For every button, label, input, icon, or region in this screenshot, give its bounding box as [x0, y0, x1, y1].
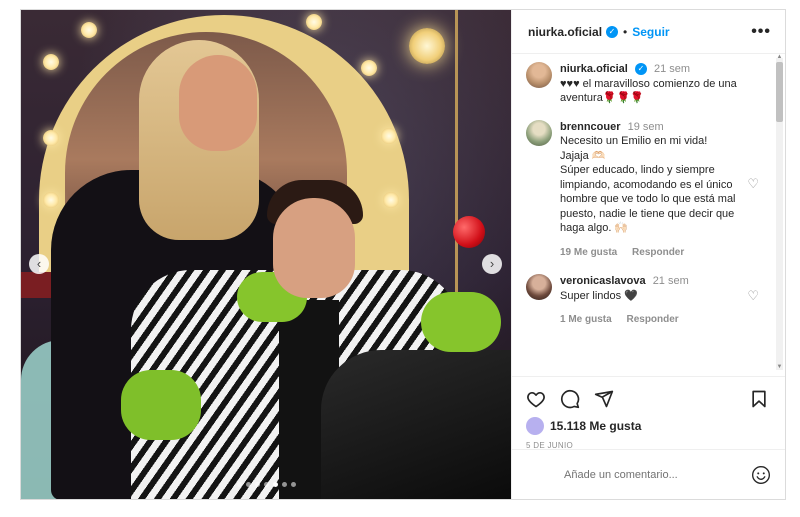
- photo-lamp-pole: [455, 10, 458, 330]
- follow-button[interactable]: Seguir: [632, 25, 669, 39]
- comment-text-line: Super lindos 🖤: [560, 289, 638, 302]
- caption-time: 21 sem: [653, 63, 691, 75]
- photo-bulb: [43, 130, 59, 146]
- add-comment-bar: [512, 449, 785, 499]
- emoji-icon[interactable]: [751, 465, 771, 485]
- comment-item: veronicaslavova 21 sem Super lindos 🖤 1 …: [526, 274, 769, 328]
- chevron-right-icon: ›: [489, 256, 495, 271]
- photo-woman-face: [179, 55, 257, 151]
- chevron-left-icon: ‹: [36, 256, 42, 271]
- photo-bulb: [43, 192, 59, 208]
- comment-time: 19 sem: [627, 120, 664, 133]
- avatar[interactable]: [526, 274, 552, 300]
- likes-count[interactable]: 15.118 Me gusta: [550, 419, 641, 433]
- comment-likes[interactable]: 19 Me gusta: [560, 247, 617, 258]
- carousel-dot[interactable]: [290, 482, 296, 487]
- comment-likes[interactable]: 1 Me gusta: [560, 314, 612, 325]
- carousel-dot[interactable]: [245, 482, 251, 487]
- photo-bulb: [81, 22, 97, 38]
- carousel-dot[interactable]: [254, 482, 260, 487]
- comments-scrollbar[interactable]: ▲ ▼: [776, 54, 783, 370]
- photo-bulb: [306, 14, 322, 30]
- likes-summary[interactable]: 15.118 Me gusta: [526, 417, 769, 435]
- photo-fur-cuff-left: [121, 370, 201, 440]
- reply-button[interactable]: Responder: [632, 247, 684, 258]
- verified-badge-icon: ✓: [634, 63, 647, 76]
- photo-man-pants: [321, 350, 511, 499]
- comment-input[interactable]: [564, 468, 751, 481]
- comment-text-line: Súper educado, lindo y siempre limpiando…: [560, 164, 736, 234]
- heart-icon[interactable]: [526, 389, 546, 409]
- photo-man-face: [273, 198, 355, 298]
- carousel-prev-button[interactable]: ‹: [29, 254, 49, 274]
- carousel-dot[interactable]: [281, 482, 287, 487]
- post-dialog: ‹ › niurka.oficial ✓ • Seguir ••• niurka…: [20, 9, 786, 500]
- comment-username[interactable]: brenncouer: [560, 121, 621, 133]
- photo-lamp: [409, 28, 445, 64]
- avatar[interactable]: [526, 62, 552, 88]
- verified-badge-icon: ✓: [606, 25, 619, 38]
- more-options-icon[interactable]: •••: [751, 23, 771, 41]
- photo-bulb: [381, 128, 397, 144]
- caption-author[interactable]: niurka.oficial: [560, 63, 628, 75]
- post-header: niurka.oficial ✓ • Seguir •••: [512, 10, 785, 54]
- share-icon[interactable]: [594, 389, 614, 409]
- comment-item: brenncouer 19 sem Necesito un Emilio en …: [526, 119, 769, 261]
- comment-like-heart-icon[interactable]: ♡: [747, 288, 759, 304]
- comments-list[interactable]: niurka.oficial ✓ 21 sem ♥♥♥ el maravillo…: [512, 54, 785, 376]
- comment-username[interactable]: veronicaslavova: [560, 275, 646, 287]
- photo-red-ball: [453, 216, 485, 248]
- carousel-next-button[interactable]: ›: [482, 254, 502, 274]
- photo-fur-cuff-right: [421, 292, 501, 352]
- comment-like-heart-icon[interactable]: ♡: [747, 176, 759, 192]
- comment-time: 21 sem: [652, 275, 689, 287]
- photo-bulb: [361, 60, 377, 76]
- carousel-dot[interactable]: [263, 482, 269, 487]
- avatar[interactable]: [526, 119, 552, 146]
- carousel-dots: [21, 482, 511, 487]
- post-media[interactable]: ‹ ›: [21, 10, 511, 499]
- caption-text: ♥♥♥ el maravilloso comienzo de una avent…: [560, 77, 737, 105]
- photo-bulb: [383, 192, 399, 208]
- post-side-panel: niurka.oficial ✓ • Seguir ••• niurka.ofi…: [511, 10, 785, 499]
- photo-bulb: [43, 54, 59, 70]
- comment-text-line: Jajaja 🫶🏻: [560, 149, 606, 162]
- comment-icon[interactable]: [560, 389, 580, 409]
- carousel-dot[interactable]: [236, 482, 242, 487]
- likes-avatar: [526, 417, 544, 435]
- header-separator: •: [623, 24, 628, 39]
- comment-text-line: Necesito un Emilio en mi vida!: [560, 135, 708, 147]
- author-username[interactable]: niurka.oficial: [528, 25, 602, 39]
- carousel-dot[interactable]: [272, 482, 278, 487]
- scroll-up-arrow-icon[interactable]: ▲: [776, 54, 783, 60]
- reply-button[interactable]: Responder: [626, 314, 678, 325]
- scroll-down-arrow-icon[interactable]: ▼: [776, 364, 783, 370]
- scrollbar-thumb[interactable]: [776, 62, 783, 122]
- caption: niurka.oficial ✓ 21 sem ♥♥♥ el maravillo…: [526, 62, 769, 106]
- bookmark-icon[interactable]: [749, 389, 769, 409]
